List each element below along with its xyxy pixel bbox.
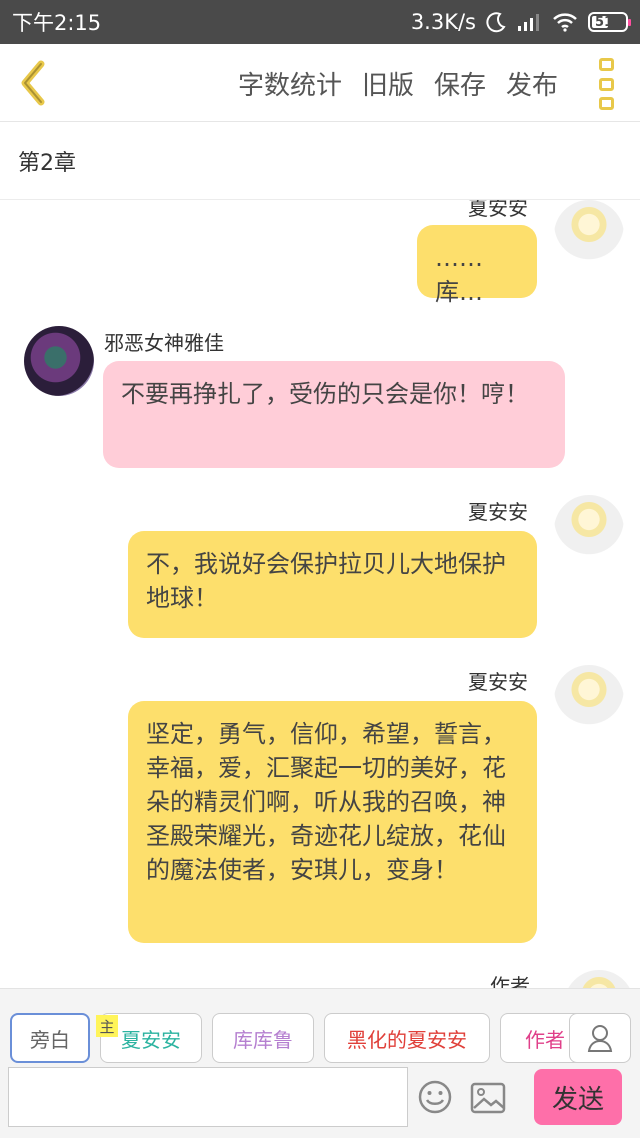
- message-speaker: 夏安安: [468, 500, 528, 524]
- role-label: 旁白: [30, 1027, 70, 1052]
- word-count-button[interactable]: 字数统计: [238, 65, 342, 102]
- compose-bar: 旁白 夏安安 库库鲁 黑化的夏安安 作者 主 发送: [0, 988, 640, 1138]
- role-narrator[interactable]: 旁白: [10, 1013, 90, 1063]
- publish-button[interactable]: 发布: [506, 65, 558, 102]
- message-bubble[interactable]: ……库…: [417, 225, 537, 306]
- battery-level: 51: [594, 14, 614, 30]
- status-icons: 3.3K/s 51: [410, 10, 631, 34]
- message-text: ……库…: [435, 244, 483, 306]
- status-time: 下午2:15: [12, 11, 102, 35]
- editor-header: 字数统计 旧版 保存 发布: [0, 44, 640, 122]
- role-kukulu[interactable]: 库库鲁: [212, 1013, 314, 1063]
- message-bubble[interactable]: 不要再挣扎了，受伤的只会是你！哼！: [103, 361, 565, 468]
- wifi-icon: [553, 13, 577, 32]
- chapter-title-text: 第2章: [18, 150, 76, 176]
- battery-icon: 51: [588, 12, 631, 32]
- message-input[interactable]: [8, 1067, 408, 1127]
- avatar[interactable]: [554, 200, 624, 270]
- avatar[interactable]: [554, 665, 624, 735]
- signal-icon: [518, 14, 539, 31]
- role-label: 夏安安: [121, 1027, 181, 1052]
- avatar[interactable]: [554, 495, 624, 565]
- save-button[interactable]: 保存: [434, 65, 486, 102]
- emoji-icon: [418, 1080, 452, 1114]
- message-bubble[interactable]: 坚定，勇气，信仰，希望，誓言，幸福，爱，汇聚起一切的美好，花朵的精灵们啊，听从我…: [128, 701, 537, 943]
- chapter-title[interactable]: 第2章: [0, 122, 640, 200]
- image-icon: [470, 1082, 506, 1114]
- message-speaker: 作者: [490, 974, 530, 988]
- message-speaker: 夏安安: [468, 200, 528, 220]
- chat-area[interactable]: 夏安安 ……库… 邪恶女神雅佳 不要再挣扎了，受伤的只会是你！哼！ 夏安安 不，…: [0, 200, 640, 988]
- avatar[interactable]: [24, 326, 94, 396]
- old-version-button[interactable]: 旧版: [362, 65, 414, 102]
- message-text: 不，我说好会保护拉贝儿大地保护地球！: [146, 550, 506, 612]
- back-chevron-icon: [21, 60, 45, 106]
- emoji-button[interactable]: [417, 1079, 453, 1115]
- more-menu-icon[interactable]: [596, 58, 616, 110]
- message-text: 坚定，勇气，信仰，希望，誓言，幸福，爱，汇聚起一切的美好，花朵的精灵们啊，听从我…: [146, 720, 506, 884]
- message-speaker: 夏安安: [468, 670, 528, 694]
- person-icon: [587, 1025, 613, 1052]
- message-text: 不要再挣扎了，受伤的只会是你！哼！: [121, 380, 529, 408]
- role-dark-xia-anan[interactable]: 黑化的夏安安: [324, 1013, 490, 1063]
- message-speaker: 邪恶女神雅佳: [104, 331, 224, 355]
- network-speed: 3.3K/s: [410, 10, 476, 34]
- status-bar: 下午2:15 3.3K/s 51: [0, 0, 640, 44]
- send-button[interactable]: 发送: [534, 1069, 622, 1125]
- moon-icon: [486, 12, 506, 33]
- header-actions: 字数统计 旧版 保存 发布: [238, 44, 558, 122]
- message-bubble[interactable]: 不，我说好会保护拉贝儿大地保护地球！: [128, 531, 537, 638]
- main-character-tag: 主: [96, 1015, 118, 1037]
- avatar[interactable]: [564, 970, 634, 988]
- role-label: 作者: [525, 1027, 565, 1052]
- back-button[interactable]: [14, 58, 54, 108]
- image-button[interactable]: [470, 1082, 506, 1114]
- manage-characters-button[interactable]: [569, 1013, 631, 1063]
- role-label: 黑化的夏安安: [347, 1027, 467, 1052]
- role-label: 库库鲁: [233, 1027, 293, 1052]
